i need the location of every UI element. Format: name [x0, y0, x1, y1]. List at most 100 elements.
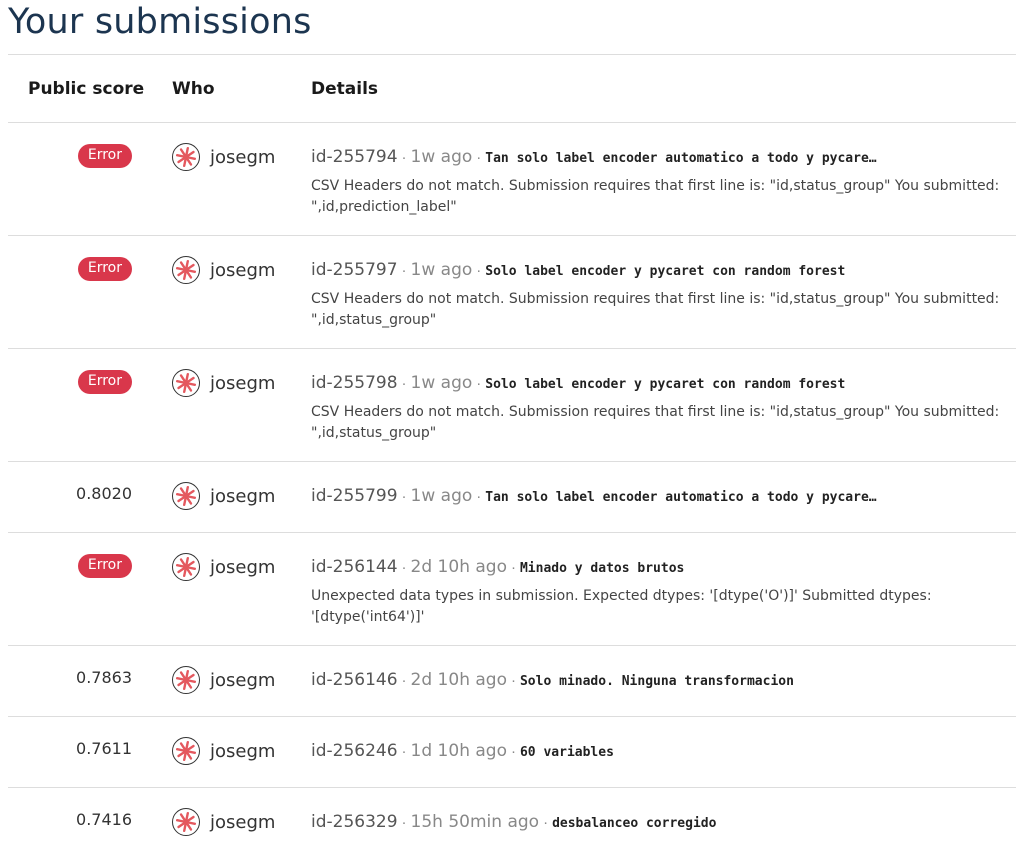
- public-score-cell: Error: [8, 554, 132, 578]
- public-score-cell: Error: [8, 257, 132, 281]
- public-score-cell: Error: [8, 144, 132, 168]
- who-cell[interactable]: josegm: [172, 482, 275, 510]
- header-public-score: Public score: [28, 79, 145, 99]
- error-badge: Error: [77, 554, 132, 578]
- submission-id[interactable]: id-255794: [311, 147, 398, 167]
- submission-id[interactable]: id-255797: [311, 260, 398, 280]
- separator-dot: ·: [476, 149, 482, 166]
- submission-id[interactable]: id-256329: [311, 812, 398, 832]
- submission-description: Tan solo label encoder automatico a todo…: [485, 490, 877, 505]
- submission-time: 15h 50min ago: [410, 812, 540, 832]
- submission-id[interactable]: id-256146: [311, 670, 398, 690]
- submission-time: 1w ago: [410, 486, 473, 506]
- separator-dot: ·: [401, 149, 407, 166]
- submission-time: 2d 10h ago: [410, 670, 507, 690]
- submission-row: 0.7611 josegm id-256246 · 1d 10h ago · 60 vari…: [8, 717, 1016, 788]
- user-avatar-icon[interactable]: [172, 369, 200, 397]
- submitter-name[interactable]: josegm: [210, 812, 275, 833]
- public-score-value: 0.7611: [76, 739, 132, 758]
- submission-time: 1w ago: [410, 260, 473, 280]
- submission-error-message: Unexpected data types in submission. Exp…: [311, 588, 932, 625]
- submitter-name[interactable]: josegm: [210, 260, 275, 281]
- separator-dot: ·: [476, 262, 482, 279]
- submission-error-message: CSV Headers do not match. Submission req…: [311, 404, 1000, 441]
- separator-dot: ·: [510, 559, 516, 576]
- who-cell[interactable]: josegm: [172, 553, 275, 581]
- details-cell: id-255798 · 1w ago · Solo label encoder y py…: [311, 372, 1001, 444]
- details-cell: id-256146 · 2d 10h ago · Solo minado. Ningun…: [311, 669, 1001, 693]
- user-avatar-icon[interactable]: [172, 666, 200, 694]
- submission-row: Error josegm id-255794 · 1w ago · Tan solo lab…: [8, 123, 1016, 236]
- submitter-name[interactable]: josegm: [210, 670, 275, 691]
- separator-dot: ·: [401, 672, 407, 689]
- submission-row: Error josegm id-256144 · 2d 10h ago · Minado y…: [8, 533, 1016, 646]
- separator-dot: ·: [510, 743, 516, 760]
- submission-error-message: CSV Headers do not match. Submission req…: [311, 291, 1000, 328]
- separator-dot: ·: [401, 375, 407, 392]
- public-score-cell: 0.7863: [8, 667, 132, 689]
- separator-dot: ·: [476, 488, 482, 505]
- submissions-page: Your submissions Public score Who Detail…: [0, 0, 1016, 841]
- details-cell: id-256144 · 2d 10h ago · Minado y datos brut…: [311, 556, 1001, 628]
- submission-description: 60 variables: [519, 745, 614, 760]
- submission-summary-line: id-256246 · 1d 10h ago · 60 variables: [311, 740, 1001, 764]
- who-cell[interactable]: josegm: [172, 737, 275, 765]
- details-cell: id-256329 · 15h 50min ago · desbalanceo corr…: [311, 811, 1001, 835]
- who-cell[interactable]: josegm: [172, 808, 275, 836]
- user-avatar-icon[interactable]: [172, 737, 200, 765]
- user-avatar-icon[interactable]: [172, 143, 200, 171]
- submission-id[interactable]: id-256144: [311, 557, 398, 577]
- submission-description: Solo minado. Ninguna transformacion: [519, 674, 794, 689]
- submission-description: Solo label encoder y pycaret con random …: [485, 377, 846, 392]
- header-details: Details: [311, 79, 379, 99]
- submission-row: Error josegm id-255798 · 1w ago · Solo label e…: [8, 349, 1016, 462]
- who-cell[interactable]: josegm: [172, 369, 275, 397]
- details-cell: id-255797 · 1w ago · Solo label encoder y py…: [311, 259, 1001, 331]
- separator-dot: ·: [401, 743, 407, 760]
- details-cell: id-256246 · 1d 10h ago · 60 variables: [311, 740, 1001, 764]
- submission-time: 1d 10h ago: [410, 741, 507, 761]
- user-avatar-icon[interactable]: [172, 808, 200, 836]
- user-avatar-icon[interactable]: [172, 256, 200, 284]
- submission-time: 2d 10h ago: [410, 557, 507, 577]
- submission-summary-line: id-255798 · 1w ago · Solo label encoder y py…: [311, 372, 1001, 396]
- submission-summary-line: id-256329 · 15h 50min ago · desbalanceo corr…: [311, 811, 1001, 835]
- submission-description: desbalanceo corregido: [552, 816, 717, 831]
- public-score-cell: 0.7416: [8, 809, 132, 831]
- details-cell: id-255794 · 1w ago · Tan solo label encoder …: [311, 146, 1001, 218]
- submission-summary-line: id-255797 · 1w ago · Solo label encoder y py…: [311, 259, 1001, 283]
- details-cell: id-255799 · 1w ago · Tan solo label encoder …: [311, 485, 1001, 509]
- submitter-name[interactable]: josegm: [210, 373, 275, 394]
- submission-summary-line: id-256144 · 2d 10h ago · Minado y datos brut…: [311, 556, 1001, 580]
- public-score-cell: Error: [8, 370, 132, 394]
- who-cell[interactable]: josegm: [172, 666, 275, 694]
- separator-dot: ·: [401, 488, 407, 505]
- public-score-value: 0.7863: [76, 668, 132, 687]
- header-who: Who: [172, 79, 215, 99]
- error-badge: Error: [77, 370, 132, 394]
- submission-row: 0.7416 josegm id-256329 · 15h 50min ago · desb…: [8, 788, 1016, 841]
- who-cell[interactable]: josegm: [172, 143, 275, 171]
- submitter-name[interactable]: josegm: [210, 486, 275, 507]
- public-score-value: 0.7416: [76, 810, 132, 829]
- public-score-value: 0.8020: [76, 484, 132, 503]
- submission-id[interactable]: id-255799: [311, 486, 398, 506]
- user-avatar-icon[interactable]: [172, 553, 200, 581]
- submission-id[interactable]: id-255798: [311, 373, 398, 393]
- submitter-name[interactable]: josegm: [210, 147, 275, 168]
- user-avatar-icon[interactable]: [172, 482, 200, 510]
- submission-summary-line: id-256146 · 2d 10h ago · Solo minado. Ningun…: [311, 669, 1001, 693]
- submission-id[interactable]: id-256246: [311, 741, 398, 761]
- public-score-cell: 0.8020: [8, 483, 132, 505]
- submitter-name[interactable]: josegm: [210, 557, 275, 578]
- submission-row: Error josegm id-255797 · 1w ago · Solo label e…: [8, 236, 1016, 349]
- submission-description: Minado y datos brutos: [519, 561, 685, 576]
- separator-dot: ·: [401, 262, 407, 279]
- who-cell[interactable]: josegm: [172, 256, 275, 284]
- error-badge: Error: [77, 257, 132, 281]
- separator-dot: ·: [543, 814, 549, 831]
- submitter-name[interactable]: josegm: [210, 741, 275, 762]
- separator-dot: ·: [401, 559, 407, 576]
- error-badge: Error: [77, 144, 132, 168]
- submission-row: 0.7863 josegm id-256146 · 2d 10h ago · Solo mi…: [8, 646, 1016, 717]
